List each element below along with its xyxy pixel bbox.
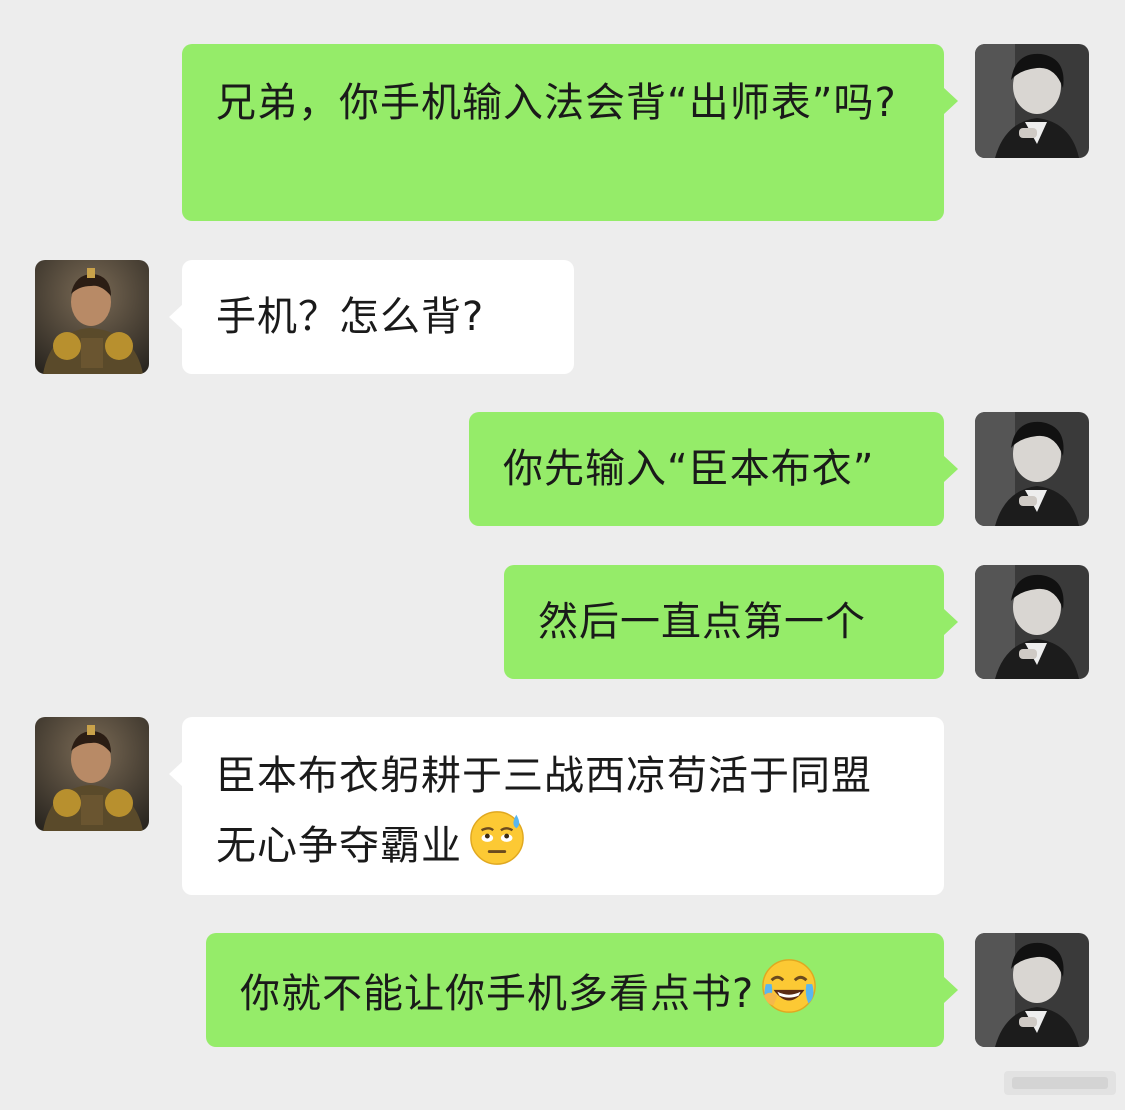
message-text: 兄弟，你手机输入法会背“出师表”吗? (216, 80, 897, 126)
chat-window: 兄弟，你手机输入法会背“出师表”吗? 手机？怎么背? 你先输入“臣本布衣” 然后… (0, 0, 1125, 1110)
message-bubble-sent[interactable]: 兄弟，你手机输入法会背“出师表”吗? (182, 44, 944, 221)
bubble-tail (169, 304, 183, 330)
avatar-other[interactable] (35, 260, 149, 374)
self-avatar-image (975, 44, 1089, 158)
bubble-tail (944, 88, 958, 114)
avatar-self[interactable] (975, 565, 1089, 679)
watermark-icon (1004, 1071, 1116, 1095)
message-text: 然后一直点第一个 (538, 599, 866, 645)
bubble-tail (944, 609, 958, 635)
message-text: 手机？怎么背? (216, 294, 485, 340)
self-avatar-image (975, 412, 1089, 526)
self-avatar-image (975, 933, 1089, 1047)
warrior-avatar-image (35, 260, 149, 374)
message-bubble-sent[interactable]: 你就不能让你手机多看点书? (206, 933, 944, 1047)
bubble-tail (944, 977, 958, 1003)
message-text: 你先输入“臣本布衣” (503, 446, 875, 492)
avatar-other[interactable] (35, 717, 149, 831)
sweat-rolling-eyes-emoji (470, 811, 524, 865)
message-text: 臣本布衣躬耕于三战西凉苟活于同盟无心争夺霸业 (216, 753, 872, 869)
message-bubble-sent[interactable]: 你先输入“臣本布衣” (469, 412, 944, 526)
message-bubble-received[interactable]: 臣本布衣躬耕于三战西凉苟活于同盟无心争夺霸业 (182, 717, 944, 895)
avatar-self[interactable] (975, 933, 1089, 1047)
message-bubble-sent[interactable]: 然后一直点第一个 (504, 565, 944, 679)
laughing-crying-emoji (762, 959, 817, 1013)
message-bubble-received[interactable]: 手机？怎么背? (182, 260, 574, 374)
warrior-avatar-image (35, 717, 149, 831)
avatar-self[interactable] (975, 44, 1089, 158)
message-text: 你就不能让你手机多看点书? (240, 971, 755, 1017)
bubble-tail (169, 761, 183, 787)
bubble-tail (944, 456, 958, 482)
avatar-self[interactable] (975, 412, 1089, 526)
self-avatar-image (975, 565, 1089, 679)
